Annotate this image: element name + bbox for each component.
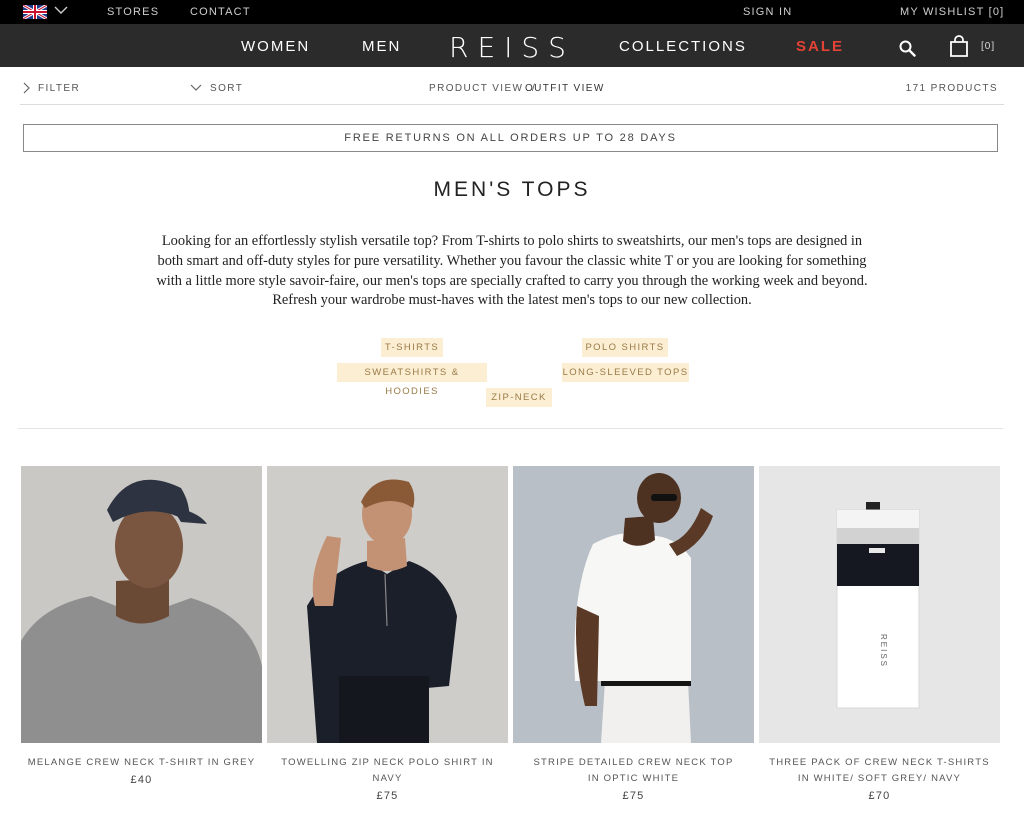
nav-sale[interactable]: SALE	[796, 38, 844, 55]
product-image[interactable]	[21, 466, 262, 743]
product-name-line[interactable]: THREE PACK OF CREW NECK T-SHIRTS	[769, 757, 990, 768]
main-nav: WOMEN MEN REISS COLLECTIONS SALE [0]	[0, 24, 1024, 67]
utility-bar: STORES CONTACT SIGN IN MY WISHLIST [0]	[0, 0, 1024, 24]
nav-collections[interactable]: COLLECTIONS	[619, 38, 747, 55]
product-price: £70	[868, 790, 891, 802]
category-chip-t-shirts[interactable]: T-SHIRTS	[381, 338, 443, 357]
stores-link[interactable]: STORES	[107, 6, 159, 18]
sign-in-link[interactable]: SIGN IN	[743, 6, 792, 18]
product-price: £75	[376, 790, 399, 802]
product-price: £75	[622, 790, 645, 802]
reiss-logo[interactable]: REISS	[449, 31, 575, 64]
page-title: MEN'S TOPS	[433, 178, 591, 201]
sort-button[interactable]: SORT	[210, 83, 243, 94]
chevron-down-icon[interactable]	[54, 5, 68, 15]
category-chip-long-sleeved-tops[interactable]: LONG-SLEEVED TOPS	[562, 363, 689, 382]
nav-women[interactable]: WOMEN	[241, 38, 310, 55]
free-returns-banner[interactable]: FREE RETURNS ON ALL ORDERS UP TO 28 DAYS	[23, 124, 998, 152]
product-card[interactable]: TOWELLING ZIP NECK POLO SHIRT IN NAVY £7…	[267, 466, 508, 802]
product-name-line[interactable]: TOWELLING ZIP NECK POLO SHIRT IN NAVY	[281, 757, 493, 784]
product-name[interactable]: TOWELLING ZIP NECK POLO SHIRT IN NAVY	[267, 755, 508, 787]
chevron-right-icon[interactable]	[22, 82, 30, 94]
nav-men[interactable]: MEN	[362, 38, 401, 55]
category-chip-polo-shirts[interactable]: POLO SHIRTS	[582, 338, 668, 357]
product-count: 171 PRODUCTS	[905, 83, 998, 94]
filter-button[interactable]: FILTER	[38, 83, 80, 94]
category-description: Looking for an effortlessly stylish vers…	[156, 233, 868, 309]
product-image[interactable]	[513, 466, 754, 743]
cart-count[interactable]: [0]	[981, 41, 995, 52]
section-divider	[18, 428, 1003, 429]
product-card[interactable]: STRIPE DETAILED CREW NECK TOP IN OPTIC W…	[513, 466, 754, 802]
category-chip-zip-neck[interactable]: ZIP-NECK	[486, 388, 552, 407]
product-card[interactable]: REISS THREE PACK OF CREW NECK T-SHIRTS I…	[759, 466, 1000, 802]
product-name[interactable]: THREE PACK OF CREW NECK T-SHIRTS IN WHIT…	[759, 755, 1000, 787]
category-chip-sweatshirts-hoodies[interactable]: SWEATSHIRTS & HOODIES	[337, 363, 487, 397]
chevron-down-icon[interactable]	[190, 84, 202, 92]
product-image[interactable]	[267, 466, 508, 743]
product-view-toggle[interactable]: PRODUCT VIEW	[429, 83, 523, 94]
wishlist-link[interactable]: MY WISHLIST [0]	[900, 6, 1004, 18]
shopping-bag-icon[interactable]	[949, 35, 969, 57]
uk-flag-icon[interactable]	[23, 5, 47, 19]
outfit-view-toggle[interactable]: OUTFIT VIEW	[525, 83, 605, 94]
product-name[interactable]: STRIPE DETAILED CREW NECK TOP IN OPTIC W…	[513, 755, 754, 787]
product-name-line[interactable]: IN OPTIC WHITE	[588, 773, 679, 784]
listing-toolbar: FILTER SORT PRODUCT VIEW / OUTFIT VIEW 1…	[20, 72, 1004, 105]
box-brand-label: REISS	[879, 634, 888, 668]
product-image[interactable]: REISS	[759, 466, 1000, 743]
product-name-line[interactable]: MELANGE CREW NECK T-SHIRT IN GREY	[28, 757, 256, 768]
product-name-line[interactable]: STRIPE DETAILED CREW NECK TOP	[533, 757, 733, 768]
product-name-line[interactable]: IN WHITE/ SOFT GREY/ NAVY	[798, 773, 961, 784]
product-price: £40	[130, 774, 153, 786]
contact-link[interactable]: CONTACT	[190, 6, 251, 18]
search-icon[interactable]	[899, 40, 916, 57]
product-name[interactable]: MELANGE CREW NECK T-SHIRT IN GREY	[21, 755, 262, 771]
product-card[interactable]: MELANGE CREW NECK T-SHIRT IN GREY £40	[21, 466, 262, 786]
